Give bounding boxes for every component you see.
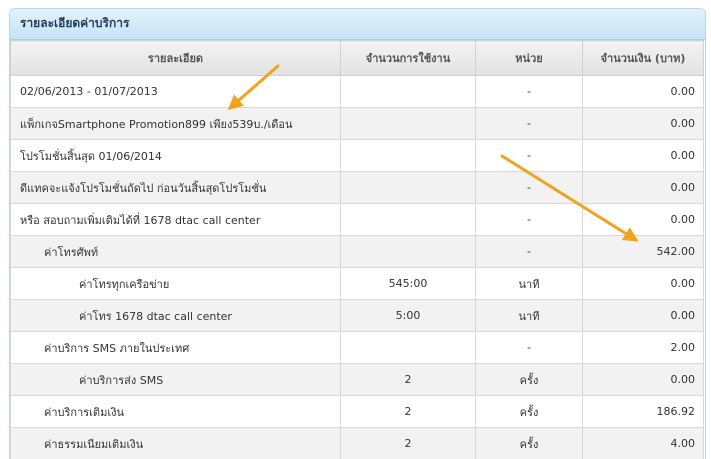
- column-header-usage: จำนวนการใช้งาน: [341, 41, 476, 76]
- row-detail: หรือ สอบถามเพิ่มเติมได้ที่ 1678 dtac cal…: [11, 204, 341, 236]
- row-amount: 542.00: [583, 236, 704, 268]
- column-header-amount: จำนวนเงิน (บาท): [583, 41, 704, 76]
- table-row: ดีแทคจะแจ้งโปรโมชั่นถัดไป ก่อนวันสิ้นสุด…: [11, 172, 704, 204]
- row-unit: -: [476, 172, 583, 204]
- row-unit: ครั้ง: [476, 364, 583, 396]
- column-header-detail: รายละเอียด: [11, 41, 341, 76]
- row-amount: 0.00: [583, 108, 704, 140]
- row-amount: 186.92: [583, 396, 704, 428]
- table-row: 02/06/2013 - 01/07/2013 - 0.00: [11, 76, 704, 108]
- billing-table: รายละเอียด จำนวนการใช้งาน หน่วย จำนวนเงิ…: [10, 40, 704, 459]
- table-row: ค่าบริการ SMS ภายในประเทศ - 2.00: [11, 332, 704, 364]
- row-amount: 2.00: [583, 332, 704, 364]
- row-unit: -: [476, 108, 583, 140]
- row-unit: -: [476, 332, 583, 364]
- row-usage: [341, 172, 476, 204]
- row-usage: 2: [341, 364, 476, 396]
- table-row: ค่าโทร 1678 dtac call center 5:00 นาที 0…: [11, 300, 704, 332]
- row-usage: 2: [341, 428, 476, 459]
- row-unit: ครั้ง: [476, 396, 583, 428]
- table-row: ค่าบริการส่ง SMS 2 ครั้ง 0.00: [11, 364, 704, 396]
- row-usage: [341, 236, 476, 268]
- row-usage: [341, 204, 476, 236]
- row-detail: ค่าโทรศัพท์: [11, 236, 341, 268]
- row-unit: -: [476, 76, 583, 108]
- row-unit: นาที: [476, 300, 583, 332]
- column-header-unit: หน่วย: [476, 41, 583, 76]
- row-usage: 545:00: [341, 268, 476, 300]
- table-header-row: รายละเอียด จำนวนการใช้งาน หน่วย จำนวนเงิ…: [11, 41, 704, 76]
- row-usage: [341, 332, 476, 364]
- row-unit: ครั้ง: [476, 428, 583, 459]
- row-usage: [341, 140, 476, 172]
- row-usage: [341, 76, 476, 108]
- row-detail: ค่าบริการ SMS ภายในประเทศ: [11, 332, 341, 364]
- row-usage: [341, 108, 476, 140]
- table-row: โปรโมชั่นสิ้นสุด 01/06/2014 - 0.00: [11, 140, 704, 172]
- billing-detail-panel: รายละเอียดค่าบริการ รายละเอียด จำนวนการใ…: [9, 8, 706, 459]
- table-row: แพ็กเกจSmartphone Promotion899 เพียง539บ…: [11, 108, 704, 140]
- row-unit: -: [476, 204, 583, 236]
- row-usage: 5:00: [341, 300, 476, 332]
- table-row: ค่าธรรมเนียมเติมเงิน 2 ครั้ง 4.00: [11, 428, 704, 459]
- row-detail: ค่าธรรมเนียมเติมเงิน: [11, 428, 341, 459]
- row-amount: 0.00: [583, 140, 704, 172]
- table-row: ค่าโทรทุกเครือข่าย 545:00 นาที 0.00: [11, 268, 704, 300]
- row-detail: ค่าโทรทุกเครือข่าย: [11, 268, 341, 300]
- row-unit: -: [476, 236, 583, 268]
- panel-title: รายละเอียดค่าบริการ: [10, 9, 705, 40]
- row-amount: 0.00: [583, 204, 704, 236]
- row-detail: แพ็กเกจSmartphone Promotion899 เพียง539บ…: [11, 108, 341, 140]
- table-row: ค่าโทรศัพท์ - 542.00: [11, 236, 704, 268]
- row-amount: 0.00: [583, 172, 704, 204]
- row-amount: 0.00: [583, 268, 704, 300]
- row-detail: ค่าบริการส่ง SMS: [11, 364, 341, 396]
- row-unit: -: [476, 140, 583, 172]
- table-row: ค่าบริการเติมเงิน 2 ครั้ง 186.92: [11, 396, 704, 428]
- row-amount: 4.00: [583, 428, 704, 459]
- row-unit: นาที: [476, 268, 583, 300]
- row-detail: ค่าโทร 1678 dtac call center: [11, 300, 341, 332]
- row-amount: 0.00: [583, 76, 704, 108]
- row-usage: 2: [341, 396, 476, 428]
- row-detail: โปรโมชั่นสิ้นสุด 01/06/2014: [11, 140, 341, 172]
- row-amount: 0.00: [583, 364, 704, 396]
- table-row: หรือ สอบถามเพิ่มเติมได้ที่ 1678 dtac cal…: [11, 204, 704, 236]
- row-detail: ดีแทคจะแจ้งโปรโมชั่นถัดไป ก่อนวันสิ้นสุด…: [11, 172, 341, 204]
- row-amount: 0.00: [583, 300, 704, 332]
- row-detail: 02/06/2013 - 01/07/2013: [11, 76, 341, 108]
- row-detail: ค่าบริการเติมเงิน: [11, 396, 341, 428]
